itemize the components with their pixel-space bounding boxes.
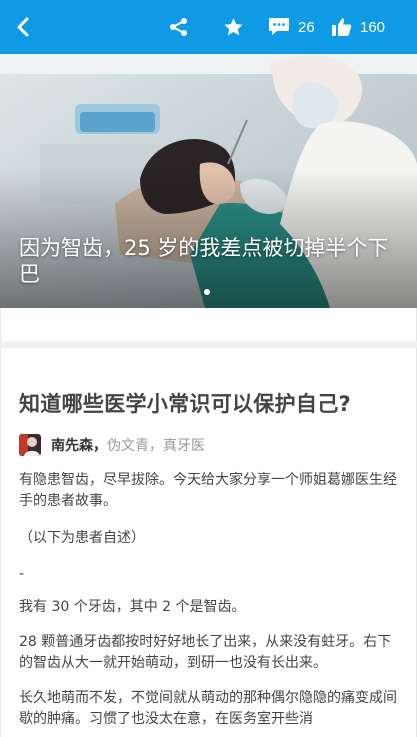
answer-card: 知道哪些医学小常识可以保护自己? 南先森， 伪文青，真牙医 有隐患智齿，尽早拔除… — [0, 348, 417, 737]
share-icon — [169, 17, 189, 37]
question-title[interactable]: 知道哪些医学小常识可以保护自己? — [19, 388, 351, 418]
thumbs-up-icon — [331, 17, 352, 37]
favorite-button[interactable] — [223, 0, 244, 54]
star-icon — [223, 17, 244, 38]
author-bio: 伪文青，真牙医 — [107, 438, 205, 454]
comment-count: 26 — [298, 18, 315, 36]
comment-icon — [268, 17, 290, 37]
author-name: 南先森， — [51, 438, 107, 454]
like-button[interactable]: 160 — [331, 0, 385, 54]
author-info[interactable]: 南先森， 伪文青，真牙医 — [19, 434, 205, 456]
paragraph: 有隐患智齿，尽早拔除。今天给大家分享一个师姐葛娜医生经手的患者故事。 — [19, 472, 397, 509]
section-divider — [0, 308, 417, 348]
comment-button[interactable]: 26 — [268, 0, 315, 54]
paragraph: - — [19, 566, 25, 582]
back-button[interactable] — [14, 0, 32, 54]
carousel-indicator[interactable] — [204, 289, 210, 295]
share-button[interactable] — [169, 0, 189, 54]
paragraph: 我有 30 个牙齿，其中 2 个是智齿。 — [19, 599, 246, 615]
paragraph: 28 颗普通牙齿都按时好好地长了出来，从来没有蛀牙。右下的智齿从大一就开始萌动，… — [19, 634, 392, 671]
avatar[interactable] — [19, 434, 41, 456]
hero-title: 因为智齿，25 岁的我差点被切掉半个下巴 — [19, 236, 389, 286]
like-count: 160 — [360, 18, 386, 36]
chevron-left-icon — [14, 16, 32, 38]
paragraph: （以下为患者自述） — [19, 530, 145, 546]
top-toolbar: 26 160 — [0, 0, 417, 54]
paragraph: 长久地萌而不发，不觉间就从萌动的那种偶尔隐隐的痛变成间歇的肿痛。习惯了也没太在意… — [19, 690, 397, 727]
hero-banner[interactable]: 因为智齿，25 岁的我差点被切掉半个下巴 — [0, 54, 417, 308]
